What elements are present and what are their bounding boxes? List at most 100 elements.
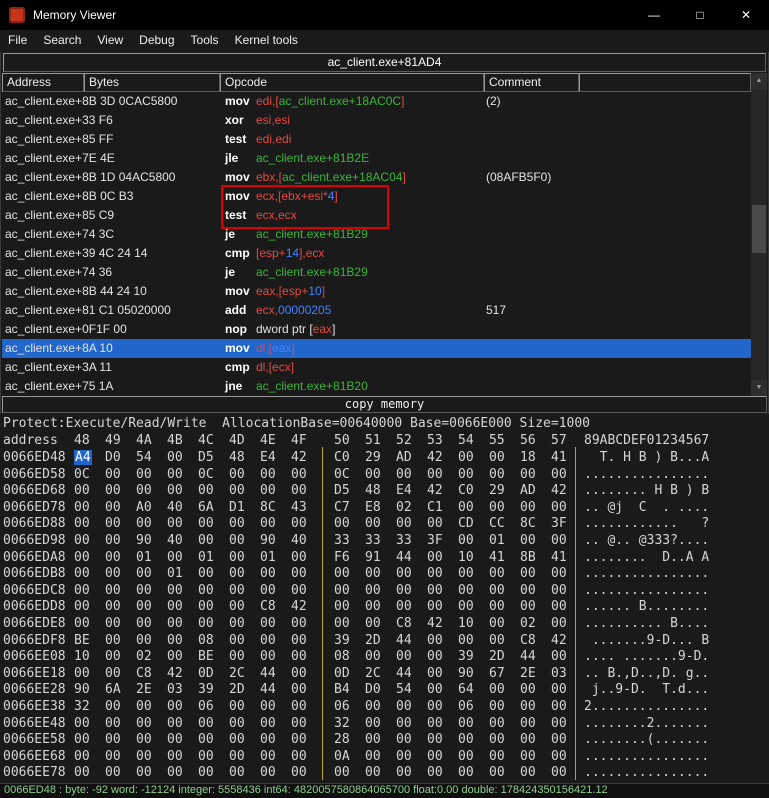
- hex-row[interactable]: 0066ED780000A0406AD18C43C7E802C100000000…: [0, 500, 769, 517]
- hex-byte[interactable]: 00: [229, 649, 260, 666]
- hex-row[interactable]: 0066EDF8BE00000008000000392D44000000C842…: [0, 633, 769, 650]
- hex-byte[interactable]: C8: [136, 666, 167, 683]
- hex-byte[interactable]: 00: [551, 765, 582, 782]
- hex-byte[interactable]: C7: [334, 500, 365, 517]
- hex-byte[interactable]: 00: [520, 566, 551, 583]
- hex-byte[interactable]: 00: [105, 699, 136, 716]
- hex-byte[interactable]: 03: [167, 682, 198, 699]
- hex-byte[interactable]: 00: [105, 483, 136, 500]
- hex-byte[interactable]: 00: [136, 483, 167, 500]
- hex-byte[interactable]: 00: [458, 467, 489, 484]
- hex-byte[interactable]: 0A: [334, 749, 365, 766]
- hex-byte[interactable]: 41: [551, 450, 582, 467]
- hex-byte[interactable]: E8: [365, 500, 396, 517]
- hex-byte[interactable]: 00: [396, 765, 427, 782]
- hex-byte[interactable]: 00: [458, 633, 489, 650]
- hex-row[interactable]: 0066EDB800000001000000000000000000000000…: [0, 566, 769, 583]
- hex-byte[interactable]: C0: [458, 483, 489, 500]
- hex-byte[interactable]: 00: [520, 500, 551, 517]
- hex-byte[interactable]: 10: [458, 616, 489, 633]
- hex-byte[interactable]: 48: [229, 450, 260, 467]
- hex-byte[interactable]: 00: [458, 749, 489, 766]
- hex-byte[interactable]: 00: [198, 732, 229, 749]
- hex-byte[interactable]: 42: [291, 599, 322, 616]
- hex-byte[interactable]: 33: [396, 533, 427, 550]
- hex-byte[interactable]: 00: [229, 616, 260, 633]
- hex-byte[interactable]: 00: [427, 583, 458, 600]
- hex-row[interactable]: 0066EDA80000010001000100F691440010418B41…: [0, 550, 769, 567]
- hex-byte[interactable]: 00: [291, 516, 322, 533]
- hex-byte[interactable]: 00: [489, 633, 520, 650]
- hex-byte[interactable]: 42: [551, 483, 582, 500]
- hex-byte[interactable]: 00: [520, 467, 551, 484]
- hex-byte[interactable]: 00: [458, 566, 489, 583]
- hex-byte[interactable]: 00: [551, 599, 582, 616]
- hex-byte[interactable]: 0C: [74, 467, 105, 484]
- hex-byte[interactable]: 00: [105, 649, 136, 666]
- hex-byte[interactable]: 00: [427, 682, 458, 699]
- hex-byte[interactable]: 00: [551, 566, 582, 583]
- maximize-button[interactable]: □: [677, 0, 723, 30]
- hex-byte[interactable]: 00: [458, 583, 489, 600]
- hex-byte[interactable]: 2C: [365, 666, 396, 683]
- hex-byte[interactable]: 00: [198, 583, 229, 600]
- hex-byte[interactable]: 00: [458, 500, 489, 517]
- menu-item-search[interactable]: Search: [35, 30, 89, 47]
- hex-byte[interactable]: 00: [396, 649, 427, 666]
- hex-byte[interactable]: 00: [260, 583, 291, 600]
- hex-byte[interactable]: 44: [520, 649, 551, 666]
- hex-row[interactable]: 0066EE28906A2E03392D4400B4D0540064000000…: [0, 682, 769, 699]
- hex-byte[interactable]: 54: [136, 450, 167, 467]
- hex-byte[interactable]: 06: [458, 699, 489, 716]
- scroll-up-button[interactable]: ▲: [751, 73, 767, 89]
- hex-byte[interactable]: 00: [458, 716, 489, 733]
- hex-byte[interactable]: 00: [489, 716, 520, 733]
- disasm-scrollbar[interactable]: ▲ ▼: [751, 73, 767, 396]
- disasm-row[interactable]: ac_client.exe+8B 3D 0CAC5800movedi,[ac_c…: [2, 92, 751, 111]
- hex-byte[interactable]: 00: [489, 682, 520, 699]
- hex-byte[interactable]: D1: [229, 500, 260, 517]
- menu-item-view[interactable]: View: [89, 30, 131, 47]
- hex-byte[interactable]: 00: [334, 765, 365, 782]
- hex-byte[interactable]: 00: [74, 732, 105, 749]
- hex-byte[interactable]: 00: [427, 732, 458, 749]
- hex-byte[interactable]: 02: [396, 500, 427, 517]
- hex-byte[interactable]: 00: [291, 716, 322, 733]
- scroll-down-button[interactable]: ▼: [751, 380, 767, 396]
- hex-byte[interactable]: 00: [198, 516, 229, 533]
- hex-byte[interactable]: 00: [136, 749, 167, 766]
- hex-byte[interactable]: 00: [396, 732, 427, 749]
- hex-byte[interactable]: 00: [105, 467, 136, 484]
- hex-byte[interactable]: 28: [334, 732, 365, 749]
- hex-byte[interactable]: 00: [551, 716, 582, 733]
- hex-byte[interactable]: 44: [260, 682, 291, 699]
- hex-byte[interactable]: 33: [334, 533, 365, 550]
- hex-byte[interactable]: 2C: [229, 666, 260, 683]
- column-header-blank[interactable]: [579, 73, 751, 92]
- hex-byte[interactable]: 01: [198, 550, 229, 567]
- hex-byte[interactable]: 42: [551, 633, 582, 650]
- hex-byte[interactable]: 00: [229, 583, 260, 600]
- hex-byte[interactable]: 06: [334, 699, 365, 716]
- hex-byte[interactable]: 00: [520, 716, 551, 733]
- hex-byte[interactable]: 39: [458, 649, 489, 666]
- hex-row[interactable]: 0066ED580C0000000C0000000C00000000000000…: [0, 467, 769, 484]
- hex-byte[interactable]: 00: [520, 533, 551, 550]
- hex-byte[interactable]: 00: [136, 732, 167, 749]
- hex-row[interactable]: 0066EDD8000000000000C8420000000000000000…: [0, 599, 769, 616]
- hex-row[interactable]: 0066EE6800000000000000000A00000000000000…: [0, 749, 769, 766]
- hex-byte[interactable]: 00: [334, 583, 365, 600]
- hex-byte[interactable]: D5: [334, 483, 365, 500]
- hex-byte[interactable]: 00: [365, 765, 396, 782]
- hex-byte[interactable]: 00: [489, 467, 520, 484]
- disasm-row[interactable]: ac_client.exe+81 C1 05020000addecx,00000…: [2, 301, 751, 320]
- hex-byte[interactable]: 00: [260, 649, 291, 666]
- hex-byte[interactable]: 00: [551, 533, 582, 550]
- menu-item-debug[interactable]: Debug: [131, 30, 182, 47]
- hex-byte[interactable]: 00: [520, 682, 551, 699]
- hex-byte[interactable]: 00: [365, 716, 396, 733]
- hex-byte[interactable]: A4: [74, 450, 105, 467]
- disasm-row[interactable]: ac_client.exe+7E 4Ejleac_client.exe+81B2…: [2, 149, 751, 168]
- hex-byte[interactable]: 00: [136, 599, 167, 616]
- hex-byte[interactable]: 00: [167, 732, 198, 749]
